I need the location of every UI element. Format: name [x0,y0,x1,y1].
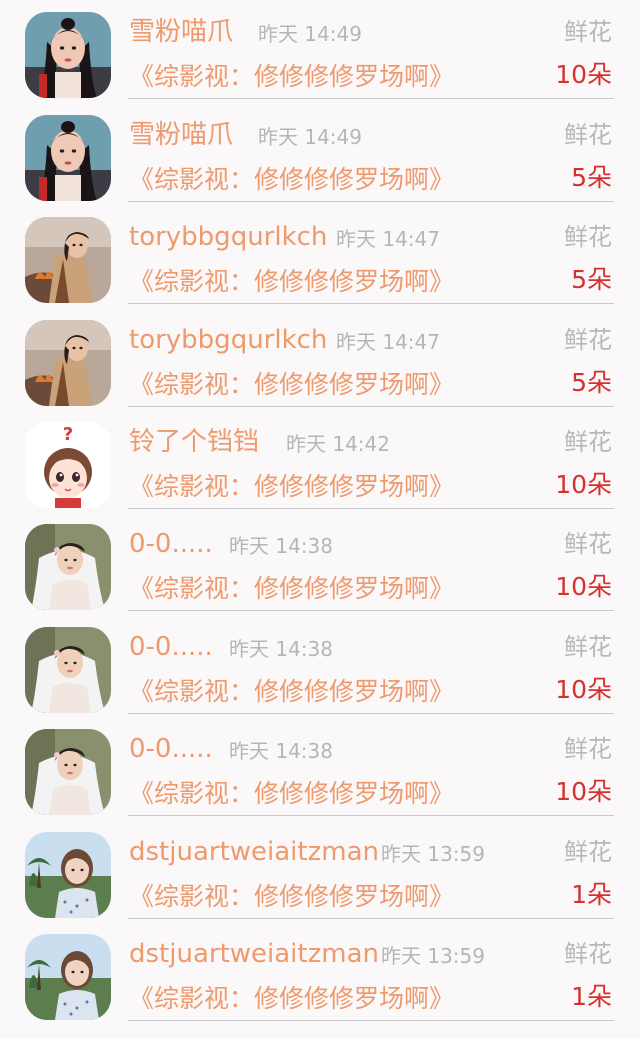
book-title[interactable]: 《综影视：修修修修罗场啊》 [129,777,454,811]
send-time: 昨天 14:49 [258,124,362,149]
gift-record-row[interactable]: 0-0..... 昨天 14:38 鲜花 《综影视：修修修修罗场啊》 10朵 [0,615,640,718]
row-divider [128,1020,614,1021]
book-title[interactable]: 《综影视：修修修修罗场啊》 [129,572,454,606]
avatar-woman-by-fire[interactable] [25,319,111,406]
send-time: 昨天 14:38 [229,534,333,558]
book-title[interactable]: 《综影视：修修修修罗场啊》 [129,163,454,197]
send-time: 昨天 14:47 [336,227,440,251]
gift-record-row[interactable]: 0-0..... 昨天 14:38 鲜花 《综影视：修修修修罗场啊》 10朵 [0,717,640,820]
gift-count: 10朵 [555,572,612,601]
avatar-cartoon-girl-question[interactable]: ? [25,422,111,508]
book-title[interactable]: 《综影视：修修修修罗场啊》 [129,982,454,1016]
send-time: 昨天 14:47 [336,329,440,354]
gift-record-row[interactable]: torybbgqurlkch 昨天 14:47 鲜花 《综影视：修修修修罗场啊》… [0,308,640,411]
row-divider [128,303,614,304]
sender-username[interactable]: 铃了个铛铛 [129,424,259,460]
gift-type: 鲜花 [564,837,612,866]
gift-record-row[interactable]: 雪粉喵爪 昨天 14:49 鲜花 《综影视：修修修修罗场啊》 5朵 [0,103,640,206]
row-divider [128,610,614,611]
row-divider [128,917,614,919]
send-time: 昨天 14:38 [229,636,333,661]
gift-record-row[interactable]: dstjuartweiaitzman 昨天 13:59 鲜花 《综影视：修修修修… [0,922,640,1025]
row-divider [128,508,614,509]
gift-record-row[interactable]: torybbgqurlkch 昨天 14:47 鲜花 《综影视：修修修修罗场啊》… [0,205,640,308]
row-divider [128,405,614,407]
sender-username[interactable]: dstjuartweiaitzman [129,936,379,972]
gift-count: 10朵 [555,470,612,499]
gift-count: 10朵 [555,777,612,806]
row-divider [128,98,614,99]
gift-record-row[interactable]: 雪粉喵爪 昨天 14:49 鲜花 《综影视：修修修修罗场啊》 10朵 [0,0,640,103]
gift-type: 鲜花 [564,18,612,46]
svg-text:?: ? [63,424,73,445]
sender-username[interactable]: dstjuartweiaitzman [129,834,379,870]
sender-username[interactable]: 0-0..... [129,526,213,562]
sender-username[interactable]: 0-0..... [129,629,213,665]
gift-type: 鲜花 [564,325,612,354]
gift-type: 鲜花 [564,530,612,558]
gift-type: 鲜花 [564,428,612,456]
gift-record-row[interactable]: 0-0..... 昨天 14:38 鲜花 《综影视：修修修修罗场啊》 10朵 [0,512,640,615]
avatar-bride-veil[interactable] [25,626,111,713]
gift-record-row[interactable]: ? 铃了个铛铛 昨天 14:42 鲜花 《综影视：修修修修罗场啊》 10朵 [0,410,640,513]
gift-count: 1朵 [571,879,612,909]
book-title[interactable]: 《综影视：修修修修罗场啊》 [129,675,454,709]
gift-count: 10朵 [555,60,612,89]
gift-type: 鲜花 [564,632,612,661]
sender-username[interactable]: torybbgqurlkch [129,322,327,358]
book-title[interactable]: 《综影视：修修修修罗场啊》 [129,265,454,299]
send-time: 昨天 13:59 [381,944,485,968]
book-title[interactable]: 《综影视：修修修修罗场啊》 [129,60,454,94]
avatar-little-girl-outdoors[interactable] [25,831,111,918]
send-time: 昨天 14:38 [229,739,333,763]
gift-count: 5朵 [571,367,612,397]
send-time: 昨天 14:49 [258,22,362,46]
gift-type: 鲜花 [564,120,612,149]
avatar-little-girl-outdoors[interactable] [25,934,111,1020]
gift-count: 5朵 [571,162,612,192]
avatar-ancient-costume-woman[interactable] [25,114,111,201]
sender-username[interactable]: torybbgqurlkch [129,219,327,255]
row-divider [128,815,614,816]
avatar-ancient-costume-woman[interactable] [25,12,111,98]
gift-record-list: 雪粉喵爪 昨天 14:49 鲜花 《综影视：修修修修罗场啊》 10朵 雪粉喵爪 … [0,0,640,1039]
row-divider [128,200,614,202]
avatar-bride-veil[interactable] [25,524,111,610]
send-time: 昨天 14:42 [286,432,390,456]
sender-username[interactable]: 雪粉喵爪 [129,14,233,50]
book-title[interactable]: 《综影视：修修修修罗场啊》 [129,880,454,914]
sender-username[interactable]: 0-0..... [129,731,213,767]
row-divider [128,712,614,714]
gift-count: 1朵 [571,982,612,1011]
gift-record-row[interactable]: dstjuartweiaitzman 昨天 13:59 鲜花 《综影视：修修修修… [0,820,640,923]
avatar-bride-veil[interactable] [25,729,111,815]
send-time: 昨天 13:59 [381,841,485,866]
sender-username[interactable]: 雪粉喵爪 [129,117,233,153]
gift-type: 鲜花 [564,735,612,763]
gift-count: 5朵 [571,265,612,294]
gift-count: 10朵 [555,674,612,704]
book-title[interactable]: 《综影视：修修修修罗场啊》 [129,470,454,504]
book-title[interactable]: 《综影视：修修修修罗场啊》 [129,368,454,402]
gift-type: 鲜花 [564,940,612,968]
avatar-woman-by-fire[interactable] [25,217,111,303]
gift-type: 鲜花 [564,223,612,251]
